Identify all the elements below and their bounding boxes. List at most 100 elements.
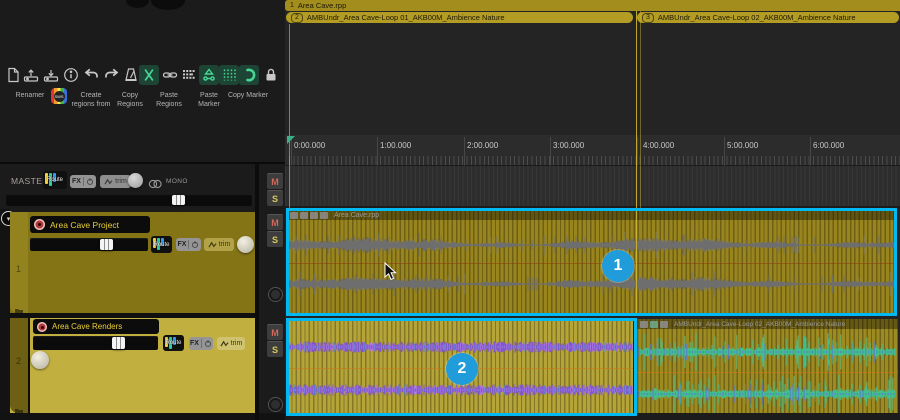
- grid-band[interactable]: [285, 166, 900, 208]
- tcp-bottom: [0, 413, 285, 420]
- region-boundary-line: [640, 11, 641, 208]
- track-panel-1[interactable]: 1 Area Cave Project Route FX trim: [10, 212, 257, 313]
- track2-monitor-knob[interactable]: [269, 398, 282, 411]
- track-volume-fader[interactable]: [30, 238, 148, 251]
- track-fader-handle[interactable]: [112, 337, 125, 349]
- region-name: Area Cave.rpp: [298, 1, 346, 10]
- marker-grid-icon[interactable]: [219, 65, 239, 85]
- undo-icon[interactable]: [82, 66, 100, 84]
- record-arm-icon[interactable]: [37, 322, 47, 332]
- info-icon[interactable]: [62, 66, 80, 84]
- import-media-icon[interactable]: [42, 66, 60, 84]
- copy-marker-shape-icon[interactable]: [239, 65, 259, 85]
- export-tracks-icon[interactable]: [22, 66, 40, 84]
- fx-power-icon[interactable]: [83, 177, 94, 186]
- track-number-strip: [10, 212, 28, 313]
- track1-monitor-knob[interactable]: [269, 288, 282, 301]
- track1-solo-button[interactable]: S: [267, 231, 283, 247]
- fx-power-icon[interactable]: [188, 240, 199, 249]
- region-pill-3[interactable]: 3 AMBUndr_Area Cave-Loop 02_AKB00M_Ambie…: [637, 12, 899, 23]
- split-items-icon[interactable]: [139, 65, 159, 85]
- track-pan-knob[interactable]: [31, 351, 49, 369]
- master-pan-knob[interactable]: [128, 173, 143, 188]
- region-name: AMBUndr_Area Cave-Loop 01_AKB00M_Ambienc…: [307, 13, 505, 22]
- ruler-label: 2:00.000: [467, 141, 498, 150]
- region-project-bar[interactable]: 1 Area Cave.rpp: [285, 0, 900, 11]
- master-divider: [0, 162, 285, 164]
- reaper-window: Renamer SWS Create regions from Copy Reg…: [0, 0, 900, 420]
- create-regions-label: Create regions from: [69, 91, 113, 110]
- track-fader-handle[interactable]: [100, 239, 113, 250]
- ruler-label: 3:00.000: [553, 141, 584, 150]
- mono-label: MONO: [166, 178, 188, 185]
- master-volume-fader[interactable]: [6, 194, 252, 206]
- media-item-header[interactable]: AMBUndr_Area Cave-Loop 02_AKB00M_Ambienc…: [637, 319, 898, 329]
- edit-cursor-flag[interactable]: [287, 136, 295, 144]
- ruler-label: 4:00.000: [643, 141, 674, 150]
- fx-power-icon[interactable]: [201, 339, 212, 348]
- track-pan-knob[interactable]: [237, 236, 254, 253]
- callout-badge-2: 2: [446, 353, 478, 385]
- master-mute-button[interactable]: M: [267, 173, 283, 189]
- track2-solo-button[interactable]: S: [267, 341, 283, 357]
- track-name: Area Cave Project: [50, 220, 119, 230]
- track-trim-button[interactable]: trim: [217, 337, 245, 350]
- record-arm-icon[interactable]: [34, 219, 45, 230]
- window-remnant: [151, 0, 185, 10]
- region-number: 2: [291, 13, 303, 23]
- window-remnant: [126, 0, 149, 8]
- link-icon[interactable]: [161, 66, 179, 84]
- tcp-right-gap: [255, 164, 259, 420]
- track-trim-button[interactable]: trim: [204, 238, 234, 251]
- track-panel-2[interactable]: 2 Area Cave Renders Route FX trim: [10, 318, 257, 413]
- item-lock-icon[interactable]: [650, 321, 658, 328]
- new-project-icon[interactable]: [4, 66, 22, 84]
- track-number: 1: [16, 264, 21, 274]
- track-fx-button[interactable]: FX: [189, 337, 213, 350]
- region-matrix-icon[interactable]: [180, 66, 198, 84]
- media-item-3[interactable]: AMBUndr_Area Cave-Loop 02_AKB00M_Ambienc…: [637, 319, 898, 413]
- region-number: 3: [642, 13, 654, 23]
- track-route-button[interactable]: Route: [151, 236, 172, 253]
- track-volume-fader[interactable]: [33, 336, 158, 350]
- master-route-button[interactable]: Route: [43, 171, 67, 189]
- item-fx-icon[interactable]: [660, 321, 668, 328]
- sws-icon[interactable]: SWS: [51, 88, 67, 104]
- renamer-label: Renamer: [10, 91, 50, 100]
- track-name-box[interactable]: Area Cave Project: [30, 216, 150, 233]
- item-label: AMBUndr_Area Cave-Loop 02_AKB00M_Ambienc…: [674, 321, 845, 328]
- paste-regions-label: Paste Regions: [151, 91, 187, 110]
- track-number: 2: [16, 356, 21, 366]
- copy-regions-label: Copy Regions: [112, 91, 148, 110]
- callout-box-1: [286, 208, 897, 316]
- region-number: 1: [290, 2, 294, 9]
- ruler-minor-ticks: [289, 156, 900, 165]
- toolbar: Renamer SWS Create regions from Copy Reg…: [0, 58, 285, 130]
- ruler-label: 0:00.000: [294, 141, 325, 150]
- metronome-icon[interactable]: [122, 66, 140, 84]
- master-fader-handle[interactable]: [172, 195, 185, 205]
- track-fx-button[interactable]: FX: [176, 238, 201, 251]
- master-solo-button[interactable]: S: [267, 190, 283, 206]
- envelope-icon: [220, 340, 229, 348]
- redo-icon[interactable]: [103, 66, 121, 84]
- master-fx-button[interactable]: FX: [70, 175, 96, 188]
- paste-marker-icon[interactable]: [199, 65, 219, 85]
- track2-mute-button[interactable]: M: [267, 324, 283, 340]
- edit-cursor-line[interactable]: [289, 24, 290, 208]
- stereo-icon[interactable]: [148, 176, 163, 194]
- lock-icon[interactable]: [262, 66, 280, 84]
- track-route-button[interactable]: Route: [163, 335, 184, 351]
- ruler-label: 6:00.000: [813, 141, 844, 150]
- envelope-icon: [104, 178, 113, 186]
- track-name-box[interactable]: Area Cave Renders: [33, 319, 159, 334]
- track1-mute-button[interactable]: M: [267, 214, 283, 230]
- item-loop-icon[interactable]: [640, 321, 648, 328]
- indent-divider: [28, 318, 30, 413]
- copy-marker-label: Copy Marker: [213, 91, 283, 100]
- master-trim-button[interactable]: trim: [100, 175, 131, 188]
- region-pill-2[interactable]: 2 AMBUndr_Area Cave-Loop 01_AKB00M_Ambie…: [286, 12, 633, 23]
- tcp-left-rail: [0, 209, 10, 420]
- envelope-icon: [208, 241, 217, 249]
- channel-divider: [637, 372, 898, 373]
